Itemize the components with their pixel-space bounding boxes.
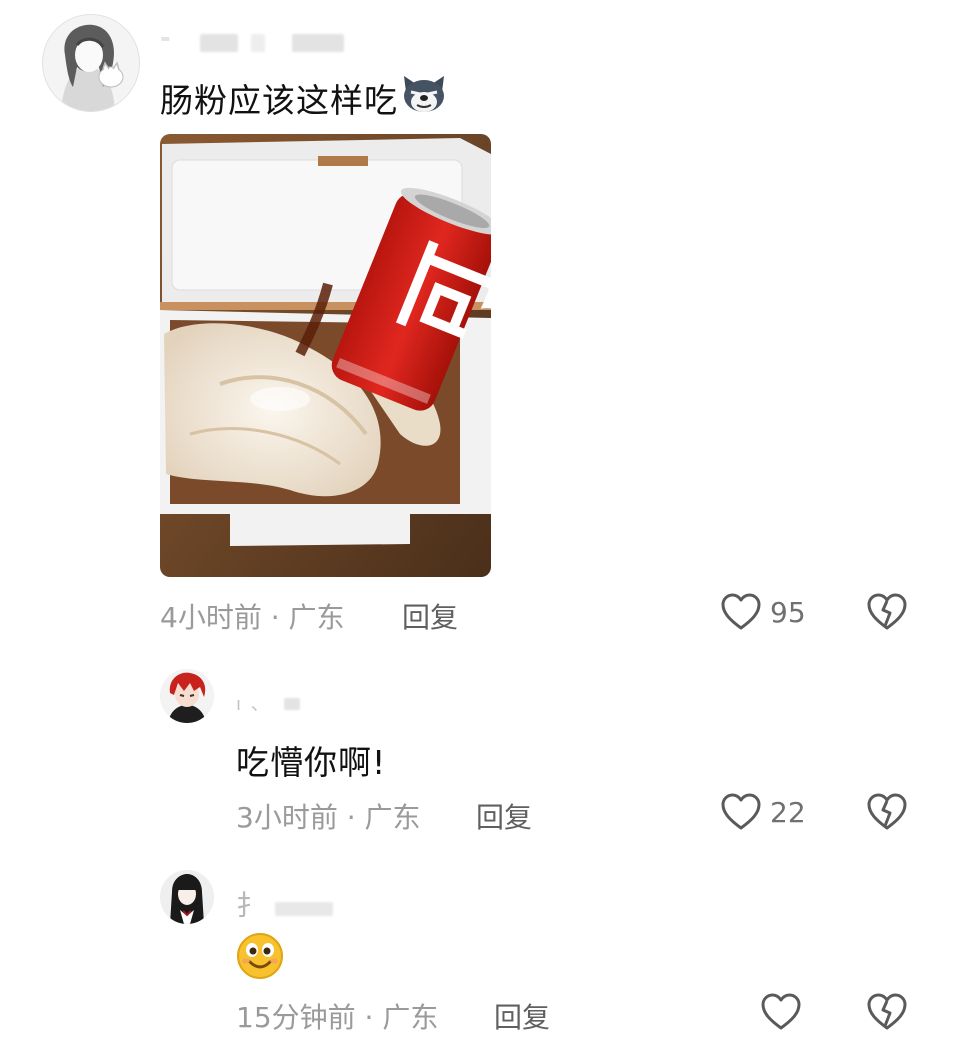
avatar[interactable] (42, 14, 140, 112)
smile-emoji-icon (237, 933, 283, 979)
like-count: 95 (770, 595, 806, 629)
reply-button[interactable]: 回复 (494, 996, 550, 1036)
avatar[interactable] (160, 870, 214, 924)
heart-icon (720, 792, 762, 832)
avatar-anime-girl-icon (160, 870, 214, 924)
like-button[interactable]: 95 (720, 592, 806, 632)
husky-emoji-icon (400, 74, 448, 122)
broken-heart-icon (867, 993, 907, 1030)
username-redacted[interactable]: ı 、 (236, 690, 300, 716)
avatar-girl-sketch-icon (43, 15, 139, 111)
comment-meta: 15分钟前 · 广东 (236, 1001, 439, 1034)
dislike-button[interactable] (866, 592, 908, 632)
heart-icon (720, 592, 762, 632)
like-count: 22 (770, 795, 806, 829)
comment-image[interactable]: 可 (160, 134, 491, 577)
comment-meta: 3小时前 · 广东 (236, 801, 421, 834)
comment-meta: 4小时前 · 广东 (160, 601, 345, 634)
avatar-anime-boy-icon (160, 669, 214, 723)
comment-emoji (236, 932, 284, 984)
like-button[interactable] (760, 992, 802, 1032)
like-button[interactable]: 22 (720, 792, 806, 832)
cheung-fun-cola-photo: 可 (160, 134, 491, 577)
heart-icon (761, 993, 801, 1030)
dislike-button[interactable] (866, 792, 908, 832)
reply-button[interactable]: 回复 (402, 596, 458, 636)
comment-text: 吃懵你啊! (236, 743, 387, 782)
username-redacted[interactable]: ⁼ (160, 30, 344, 55)
dislike-button[interactable] (866, 992, 908, 1032)
broken-heart-icon (867, 793, 907, 830)
username-redacted[interactable]: 扌 (236, 884, 334, 924)
avatar[interactable] (160, 669, 214, 723)
broken-heart-icon (867, 593, 907, 630)
comment-text: 肠粉应该这样吃 (160, 74, 448, 122)
reply-button[interactable]: 回复 (476, 796, 532, 836)
